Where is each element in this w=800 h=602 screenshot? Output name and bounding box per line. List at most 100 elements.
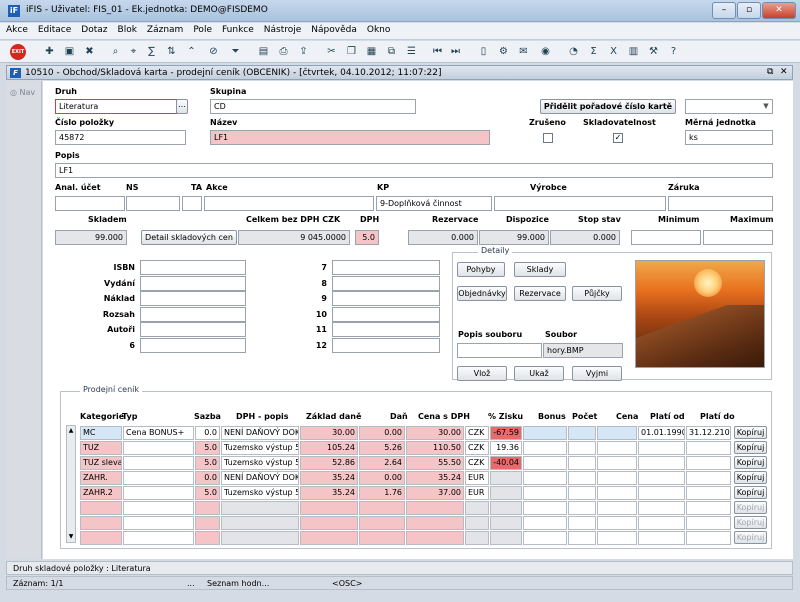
cell-bonus[interactable] [523, 456, 567, 470]
settings-icon[interactable]: ⚒ [646, 44, 661, 59]
next-record-icon[interactable]: ⏭ [448, 44, 463, 59]
copy-button[interactable]: Kopíruj [734, 486, 767, 499]
rozsah-field[interactable] [140, 307, 246, 322]
cell-zisk[interactable] [490, 531, 522, 545]
cell-dph-popis[interactable] [221, 516, 299, 530]
cell-cena[interactable] [597, 456, 637, 470]
cell-cena-s-dph[interactable] [406, 531, 464, 545]
vydani-field[interactable] [140, 276, 246, 291]
cell-cena-s-dph[interactable] [406, 516, 464, 530]
cell-zisk[interactable] [490, 501, 522, 515]
ns-field[interactable] [126, 196, 180, 211]
isbn-field[interactable] [140, 260, 246, 275]
cell-pocet[interactable] [568, 471, 596, 485]
save-icon[interactable]: ▣ [62, 44, 77, 59]
cell-zaklad[interactable]: 35.24 [300, 471, 358, 485]
print-preview-icon[interactable]: ▤ [256, 44, 271, 59]
cell-zaklad[interactable]: 105.24 [300, 441, 358, 455]
funnel-icon[interactable]: ⏷ [228, 44, 243, 59]
cell-zaklad[interactable]: 35.24 [300, 486, 358, 500]
maximum-field[interactable] [703, 230, 773, 245]
cell-cena[interactable] [597, 516, 637, 530]
cell-kategorie[interactable]: ZAHR. [80, 471, 122, 485]
nav-button[interactable]: ◎ Nav [10, 88, 35, 97]
field-12[interactable] [332, 338, 440, 353]
cell-dan[interactable] [359, 531, 405, 545]
cell-kategorie[interactable] [80, 501, 122, 515]
cell-cena-s-dph[interactable]: 35.24 [406, 471, 464, 485]
cell-dph-popis[interactable] [221, 531, 299, 545]
ukaz-button[interactable]: Ukaž [514, 366, 564, 381]
druh-field[interactable]: Literatura [55, 99, 177, 114]
cell-typ[interactable] [123, 501, 194, 515]
cell-bonus[interactable] [523, 486, 567, 500]
cell-platnost-od[interactable] [638, 486, 685, 500]
dispozice-field[interactable]: 99.000 [479, 230, 549, 245]
autori-field[interactable] [140, 322, 246, 337]
sum-icon[interactable]: Σ [586, 44, 601, 59]
duplicate-icon[interactable]: ⧉ [384, 44, 399, 59]
cell-mena[interactable]: CZK [465, 456, 489, 470]
cell-sazba[interactable] [195, 516, 220, 530]
cell-zaklad[interactable] [300, 501, 358, 515]
menu-zaznam[interactable]: Záznam [141, 23, 187, 35]
eye-icon[interactable]: ◉ [538, 44, 553, 59]
cell-platnost-do[interactable] [686, 456, 731, 470]
cell-platnost-od[interactable] [638, 441, 685, 455]
cell-platnost-do[interactable] [686, 516, 731, 530]
cell-typ[interactable] [123, 441, 194, 455]
copy-button[interactable]: Kopíruj [734, 516, 767, 529]
assign-number-button[interactable]: Přidělit pořadové číslo kartě [540, 99, 676, 114]
cell-bonus[interactable] [523, 426, 567, 440]
druh-lov-button[interactable]: … [176, 99, 188, 114]
table-scrollbar[interactable]: ▲ ▼ [66, 425, 76, 543]
cell-dph-popis[interactable]: Tuzemsko výstup 5% [221, 441, 299, 455]
cell-zisk[interactable] [490, 486, 522, 500]
cell-dan[interactable] [359, 516, 405, 530]
cell-bonus[interactable] [523, 501, 567, 515]
cell-zisk[interactable] [490, 516, 522, 530]
cell-platnost-od[interactable]: 01.01.1990 [638, 426, 685, 440]
scroll-down-icon[interactable]: ▼ [67, 532, 75, 542]
cell-dan[interactable]: 5.26 [359, 441, 405, 455]
document-icon[interactable]: ▯ [476, 44, 491, 59]
cell-mena[interactable] [465, 501, 489, 515]
cell-kategorie[interactable]: TUZ sleva [80, 456, 122, 470]
cell-zaklad[interactable]: 30.00 [300, 426, 358, 440]
rezervace-button[interactable]: Rezervace [514, 286, 566, 301]
skladovatelnost-checkbox[interactable]: ✓ [613, 133, 623, 143]
clear-filter-icon[interactable]: ⊘ [206, 44, 221, 59]
nazev-field[interactable]: LF1 [210, 130, 490, 145]
cell-pocet[interactable] [568, 441, 596, 455]
cell-platnost-od[interactable] [638, 516, 685, 530]
paste-icon[interactable]: ▦ [364, 44, 379, 59]
cell-dph-popis[interactable]: Tuzemsko výstup 5% [221, 486, 299, 500]
objednavky-button[interactable]: Objednávky [457, 286, 507, 301]
zaruka-field[interactable] [668, 196, 773, 211]
minimize-button[interactable]: – [712, 2, 736, 19]
menu-akce[interactable]: Akce [0, 23, 32, 35]
cell-platnost-do[interactable] [686, 531, 731, 545]
cut-icon[interactable]: ✂ [324, 44, 339, 59]
field-9[interactable] [332, 291, 440, 306]
cell-bonus[interactable] [523, 441, 567, 455]
cell-cena[interactable] [597, 426, 637, 440]
copy-button[interactable]: Kopíruj [734, 441, 767, 454]
cell-kategorie[interactable] [80, 516, 122, 530]
first-record-icon[interactable]: ⏮ [430, 44, 445, 59]
cell-dan[interactable]: 2.64 [359, 456, 405, 470]
help-icon[interactable]: ? [666, 44, 681, 59]
field-6[interactable] [140, 338, 246, 353]
vyrobce-field[interactable] [494, 196, 666, 211]
field-7[interactable] [332, 260, 440, 275]
cell-dan[interactable] [359, 501, 405, 515]
cell-sazba[interactable]: 5.0 [195, 486, 220, 500]
chevron-down-icon[interactable]: ▼ [761, 100, 771, 113]
cell-typ[interactable]: Cena BONUS+ [123, 426, 194, 440]
chart-icon[interactable]: ▥ [626, 44, 641, 59]
rezervace-field[interactable]: 0.000 [408, 230, 478, 245]
stop-field[interactable]: 0.000 [550, 230, 620, 245]
cell-bonus[interactable] [523, 531, 567, 545]
cell-bonus[interactable] [523, 516, 567, 530]
vloz-button[interactable]: Vlož [457, 366, 507, 381]
